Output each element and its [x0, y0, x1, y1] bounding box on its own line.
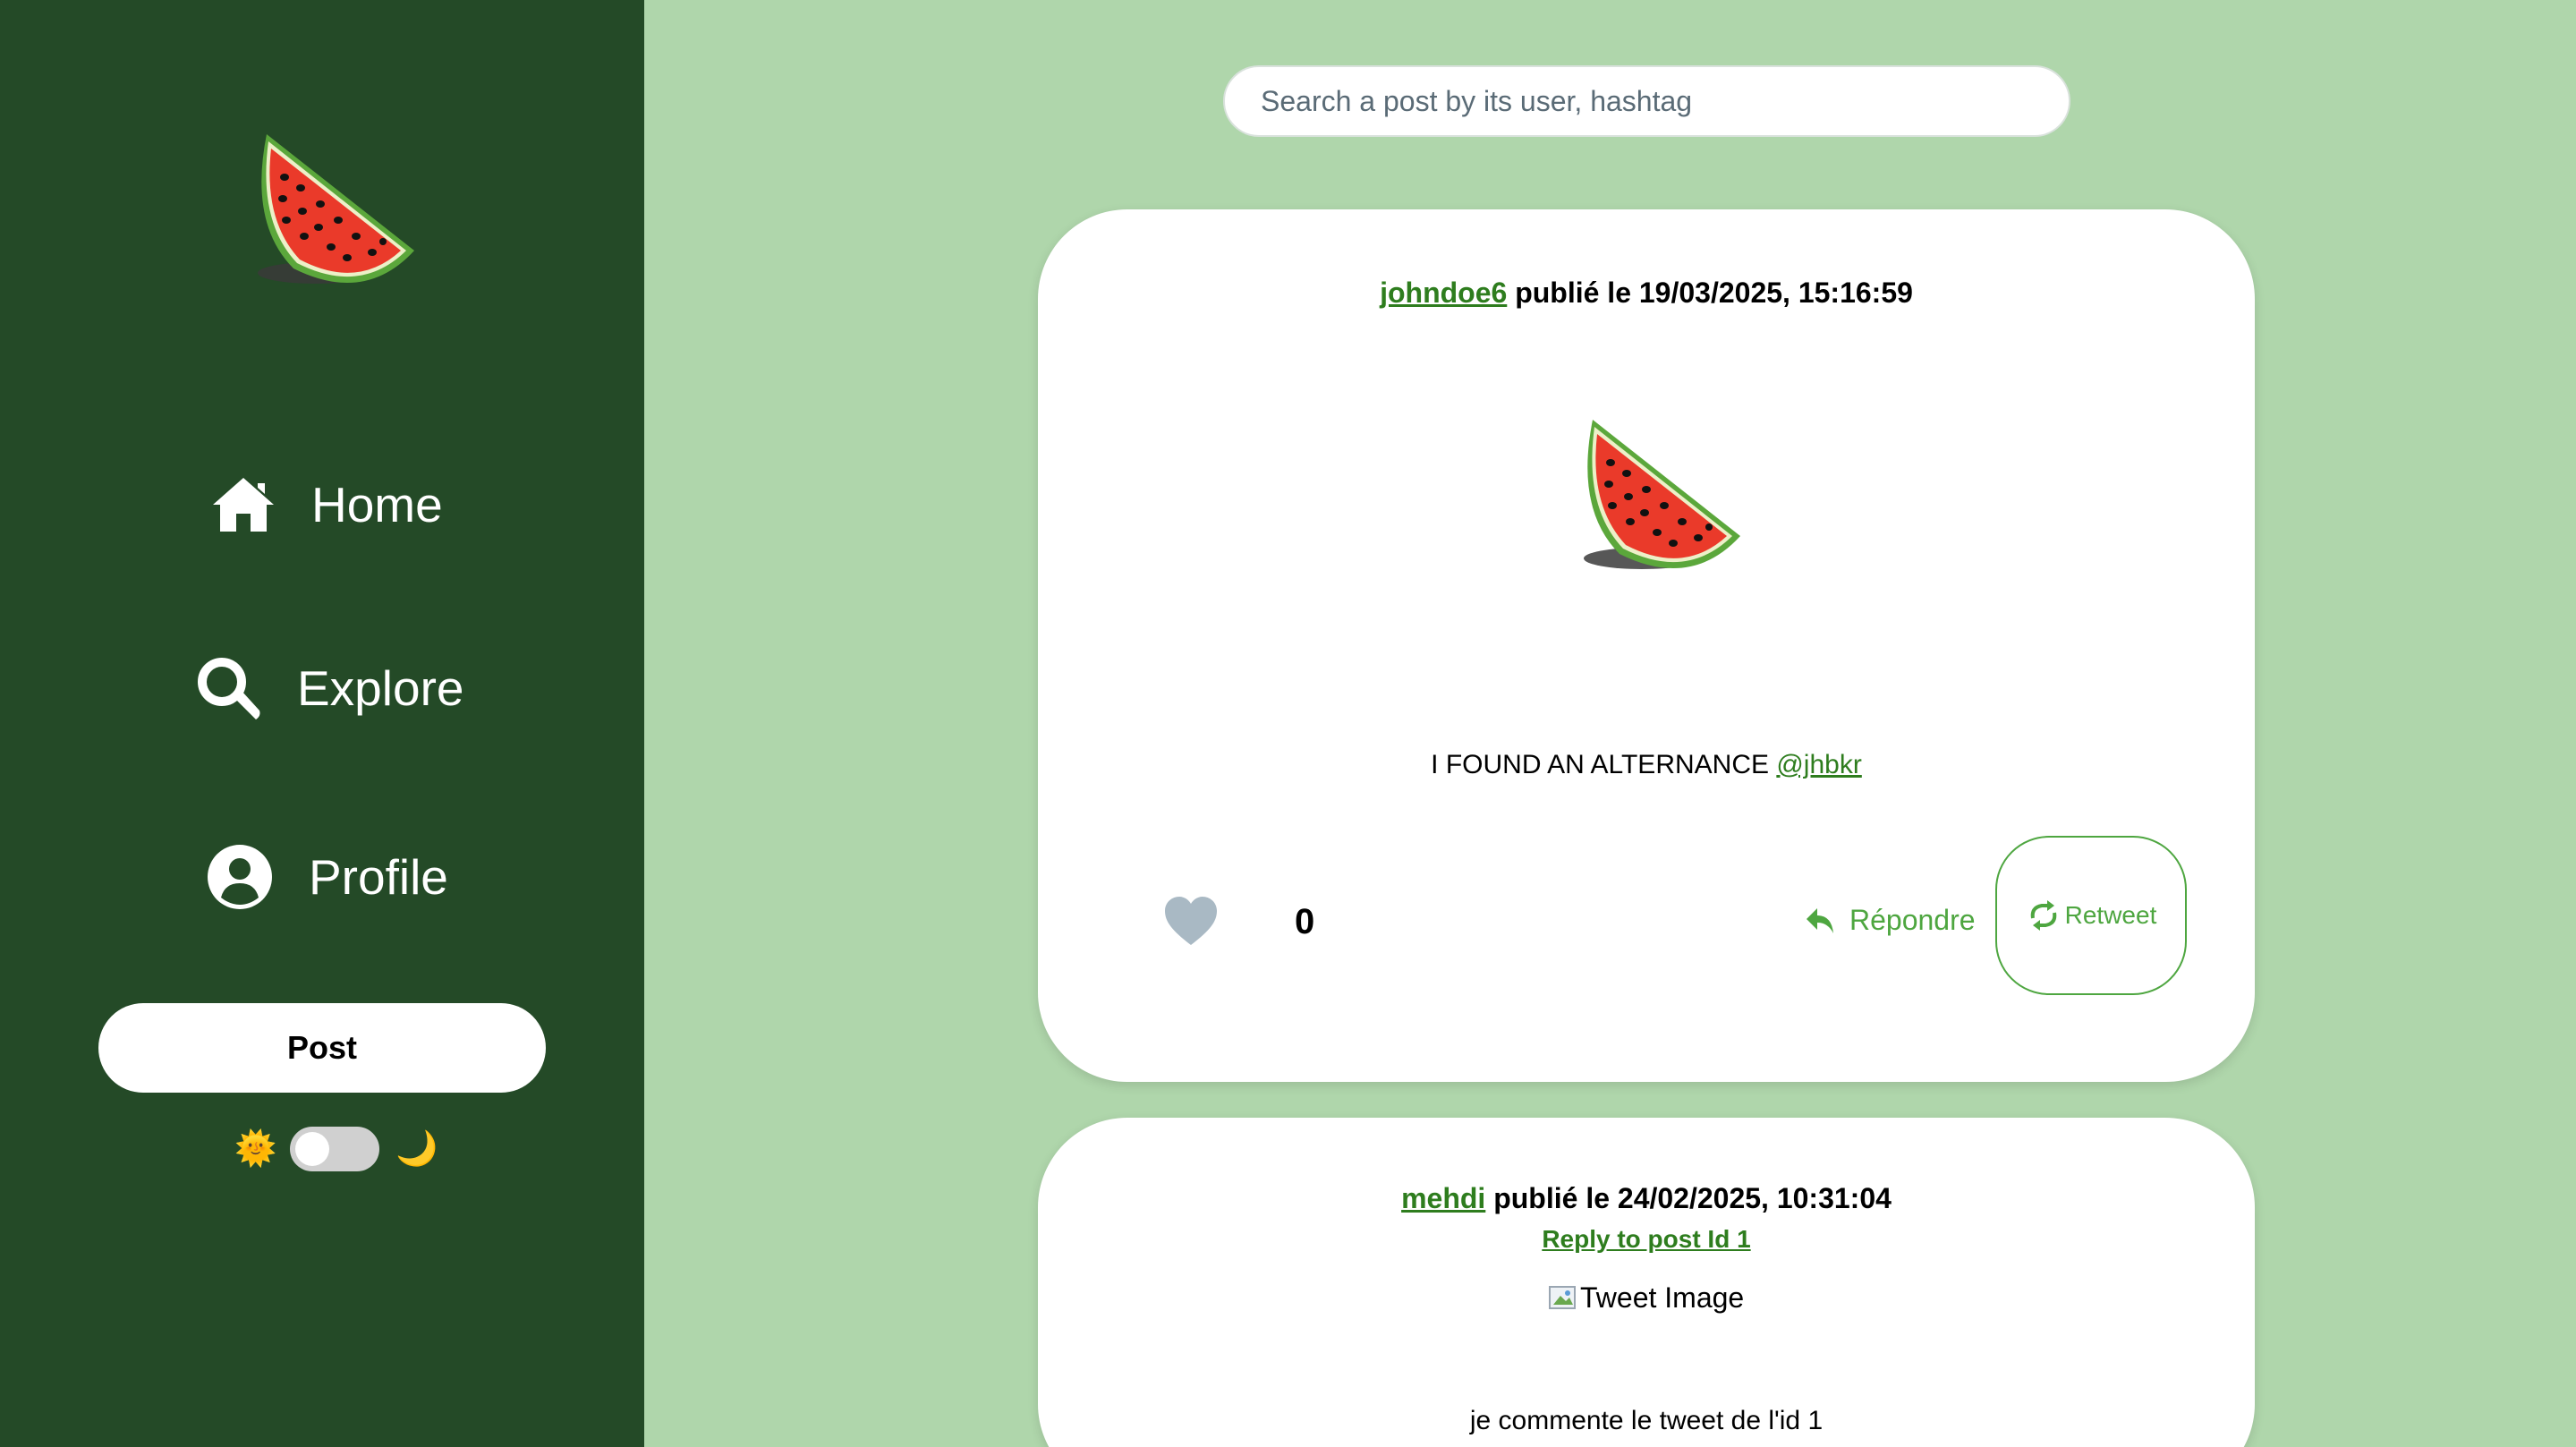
- reply-button[interactable]: Répondre: [1805, 904, 1976, 937]
- post-button[interactable]: Post: [98, 1003, 546, 1093]
- watermelon-logo[interactable]: [231, 116, 428, 295]
- post-date: publié le 24/02/2025, 10:31:04: [1493, 1182, 1892, 1214]
- broken-image-icon: [1549, 1285, 1576, 1309]
- search-icon: [198, 658, 260, 719]
- post-username[interactable]: mehdi: [1401, 1182, 1485, 1214]
- nav-home[interactable]: Home: [211, 476, 443, 533]
- theme-toggle[interactable]: [290, 1127, 379, 1171]
- profile-icon: [208, 845, 272, 909]
- post-card: mehdi publié le 24/02/2025, 10:31:04 Rep…: [1038, 1118, 2255, 1447]
- post-card: johndoe6 publié le 19/03/2025, 15:16:59 …: [1038, 209, 2255, 1082]
- theme-switcher: 🌞 🌙: [234, 1124, 438, 1174]
- like-count: 0: [1295, 902, 1315, 941]
- toggle-knob: [295, 1132, 329, 1166]
- reply-label: Répondre: [1849, 904, 1976, 936]
- search-input[interactable]: [1223, 65, 2070, 137]
- reply-to-link[interactable]: Reply to post Id 1: [1038, 1225, 2255, 1254]
- nav-profile-label: Profile: [309, 849, 448, 905]
- post-image-broken: Tweet Image: [1548, 1281, 1744, 1315]
- post-image: [1584, 420, 1740, 569]
- post-username[interactable]: johndoe6: [1380, 277, 1507, 309]
- nav-home-label: Home: [311, 477, 443, 532]
- retweet-icon: [2030, 900, 2056, 931]
- post-header: mehdi publié le 24/02/2025, 10:31:04: [1038, 1182, 2255, 1215]
- post-header: johndoe6 publié le 19/03/2025, 15:16:59: [1038, 277, 2255, 310]
- image-alt-text: Tweet Image: [1580, 1281, 1745, 1314]
- nav-explore[interactable]: Explore: [195, 655, 463, 721]
- reply-icon: [1807, 907, 1833, 933]
- post-text: je commente le tweet de l'id 1: [1469, 1406, 1824, 1435]
- post-text: I FOUND AN ALTERNANCE @jhbkr: [1038, 750, 2255, 780]
- post-body: I FOUND AN ALTERNANCE: [1431, 750, 1769, 779]
- heart-icon[interactable]: [1163, 895, 1219, 947]
- post-date: publié le 19/03/2025, 15:16:59: [1515, 277, 1913, 309]
- retweet-label: Retweet: [2064, 901, 2157, 929]
- nav-profile[interactable]: Profile: [207, 844, 448, 910]
- moon-icon: 🌙: [395, 1130, 438, 1168]
- retweet-button[interactable]: Retweet: [1995, 836, 2187, 995]
- post-mention[interactable]: @jhbkr: [1776, 750, 1861, 779]
- sidebar: Home Explore Profile Post 🌞 🌙: [0, 0, 644, 1447]
- nav-explore-label: Explore: [297, 660, 464, 716]
- home-icon: [213, 478, 274, 532]
- sun-icon: 🌞: [234, 1130, 277, 1168]
